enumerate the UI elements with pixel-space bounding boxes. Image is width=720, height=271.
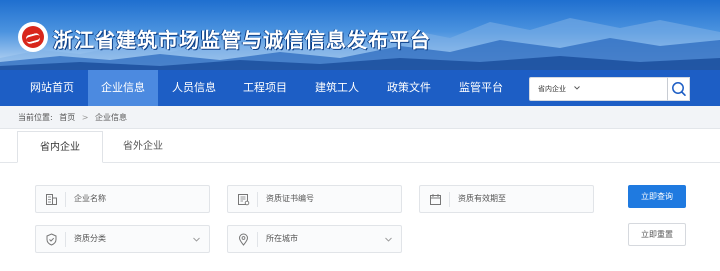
nav-item-home[interactable]: 网站首页 — [18, 70, 86, 106]
tab-out-of-province-companies[interactable]: 省外企业 — [110, 131, 176, 163]
company-name-placeholder: 企业名称 — [74, 194, 106, 203]
search-button[interactable] — [667, 77, 690, 101]
validity-date-field[interactable]: 资质有效期至 — [419, 185, 594, 213]
calendar-icon — [430, 194, 441, 205]
breadcrumb-prefix: 当前位置: — [18, 113, 53, 122]
nav-item-policy-documents[interactable]: 政策文件 — [374, 70, 444, 106]
nav-item-personnel-info[interactable]: 人员信息 — [160, 70, 228, 106]
field-divider — [65, 192, 66, 207]
field-divider — [65, 232, 66, 247]
search-scope-select[interactable]: 省内企业 — [529, 77, 690, 101]
tab-bar — [0, 128, 720, 163]
nav-item-projects[interactable]: 工程项目 — [230, 70, 300, 106]
search-scope-value: 省内企业 — [538, 85, 566, 93]
nav-item-supervision-platform[interactable]: 监管平台 — [446, 70, 516, 106]
certificate-number-placeholder: 资质证书编号 — [266, 194, 314, 203]
qualification-type-placeholder: 资质分类 — [74, 234, 106, 243]
field-divider — [449, 192, 450, 207]
qualification-type-select[interactable]: 资质分类 — [35, 225, 210, 253]
building-icon — [46, 194, 57, 205]
certificate-icon — [238, 194, 250, 206]
location-pin-icon — [238, 233, 249, 246]
nav-item-construction-workers[interactable]: 建筑工人 — [302, 70, 372, 106]
validity-date-placeholder: 资质有效期至 — [458, 194, 506, 203]
chevron-down-icon — [385, 237, 392, 242]
breadcrumb-home-link[interactable]: 首页 — [59, 113, 75, 122]
reset-button[interactable]: 立即重置 — [628, 223, 686, 246]
shield-check-icon — [46, 233, 57, 246]
breadcrumb-separator: > — [81, 113, 89, 122]
nav-item-company-info[interactable]: 企业信息 — [88, 70, 158, 106]
tab-in-province-companies[interactable]: 省内企业 — [17, 131, 103, 163]
field-divider — [257, 192, 258, 207]
site-logo[interactable] — [18, 22, 48, 52]
chevron-down-icon — [193, 237, 200, 242]
city-placeholder: 所在城市 — [266, 234, 298, 243]
site-title: 浙江省建筑市场监管与诚信信息发布平台 — [53, 28, 431, 52]
breadcrumb-current: 企业信息 — [95, 113, 128, 122]
company-name-field[interactable]: 企业名称 — [35, 185, 210, 213]
site-banner: 浙江省建筑市场监管与诚信信息发布平台 — [0, 0, 720, 70]
zhejiang-emblem-icon — [22, 26, 44, 48]
query-button[interactable]: 立即查询 — [628, 185, 686, 208]
search-icon — [672, 82, 686, 96]
chevron-down-icon — [574, 86, 580, 90]
field-divider — [257, 232, 258, 247]
city-select[interactable]: 所在城市 — [227, 225, 402, 253]
certificate-number-field[interactable]: 资质证书编号 — [227, 185, 402, 213]
breadcrumb: 当前位置: 首页 > 企业信息 — [18, 112, 131, 123]
